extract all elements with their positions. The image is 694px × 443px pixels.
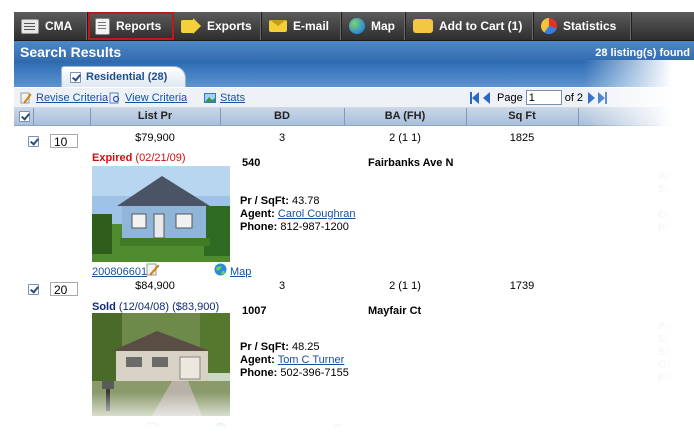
list-price: $84,900 <box>135 280 175 292</box>
reports-icon <box>95 17 110 35</box>
exports-button[interactable]: Exports <box>174 12 262 40</box>
rank-input[interactable]: 20 <box>50 282 78 297</box>
row-checkbox[interactable] <box>28 136 39 147</box>
street-number: 1007 <box>242 305 267 317</box>
mls-number-link[interactable]: 200806633 <box>92 425 147 437</box>
bedrooms: 3 <box>278 132 286 144</box>
pager: Page of 2 <box>470 90 608 105</box>
square-feet: 1739 <box>509 280 535 292</box>
email-label: E-mail <box>293 19 330 33</box>
additional-pics-link[interactable]: Addl Pics <box>348 425 394 437</box>
image-icon <box>204 93 216 103</box>
status-badge: Sold <box>92 301 116 313</box>
header-sqft[interactable]: Sq Ft <box>466 110 578 122</box>
map-link[interactable]: Map <box>230 425 251 437</box>
edit-pencil-icon[interactable] <box>146 421 160 435</box>
map-button[interactable]: Map <box>342 12 406 40</box>
magnify-document-icon <box>109 92 120 104</box>
tab-residential-label: Residential (28) <box>86 71 168 83</box>
side-info: Area: Subdi Office Phone <box>658 170 692 234</box>
street-name: Fairbanks Ave N <box>368 157 454 169</box>
listing-details: Pr / SqFt: 43.78 Agent: Carol Coughran P… <box>240 195 356 233</box>
camera-icon[interactable]: ▣ <box>333 421 343 434</box>
tab-strip: Residential (28) <box>14 63 694 87</box>
header-bd[interactable]: BD <box>220 110 344 122</box>
agent-phone: 502-396-7155 <box>280 367 349 379</box>
tab-checkbox[interactable] <box>70 71 81 83</box>
listing-count: 28 listing(s) found <box>595 47 690 59</box>
globe-icon[interactable] <box>214 263 227 276</box>
next-page-icon[interactable] <box>588 91 596 104</box>
table-header: List Pr BD BA (FH) Sq Ft <box>14 108 694 126</box>
list-price: $79,900 <box>135 132 175 144</box>
map-link[interactable]: Map <box>230 266 251 278</box>
header-ba[interactable]: BA (FH) <box>344 110 466 122</box>
globe-icon[interactable] <box>214 422 227 435</box>
stats-link[interactable]: Stats <box>204 92 245 104</box>
page-label: Page <box>497 91 523 104</box>
revise-criteria-link[interactable]: Revise Criteria <box>20 92 108 104</box>
add-to-cart-button[interactable]: Add to Cart (1) <box>406 12 534 40</box>
listing-photo[interactable] <box>92 166 230 262</box>
price-per-sqft: 48.25 <box>291 341 320 353</box>
statistics-button[interactable]: Statistics <box>534 12 632 40</box>
cma-label: CMA <box>45 19 73 33</box>
price-per-sqft: 43.78 <box>291 195 320 207</box>
globe-icon <box>349 18 365 34</box>
status-detail: (02/21/09) <box>135 152 186 164</box>
header-list-price[interactable]: List Pr <box>90 110 220 122</box>
side-info: Area: Subdi SP % Office Phone <box>658 320 692 384</box>
page-title: Search Results <box>20 44 122 60</box>
reports-button[interactable]: Reports <box>88 12 174 40</box>
row-checkbox[interactable] <box>28 284 39 295</box>
map-label: Map <box>371 19 395 33</box>
square-feet: 1825 <box>509 132 535 144</box>
last-page-arrow-icon[interactable] <box>598 91 606 104</box>
bathrooms: 2 (1 1) <box>389 132 421 144</box>
status-line: Expired (02/21/09) <box>92 152 186 164</box>
bedrooms: 3 <box>278 280 286 292</box>
pencil-icon <box>20 92 32 104</box>
status-line: Sold (12/04/08) ($83,900) <box>92 301 219 313</box>
criteria-bar: Revise Criteria View Criteria Stats Page… <box>14 88 694 108</box>
email-button[interactable]: E-mail <box>262 12 342 40</box>
page-of-text: of 2 <box>564 91 584 104</box>
folder-cart-icon <box>413 19 433 33</box>
bathrooms: 2 (1 1) <box>389 280 421 292</box>
select-all-checkbox[interactable] <box>19 111 30 122</box>
street-name: Mayfair Ct <box>368 305 422 317</box>
mls-number-link[interactable]: 200806601 <box>92 266 147 278</box>
statistics-label: Statistics <box>563 19 617 33</box>
search-results-header: Search Results 28 listing(s) found <box>14 41 694 63</box>
toolbar: CMA Reports Exports E-mail Map Add to Ca… <box>14 12 694 41</box>
exports-label: Exports <box>207 19 252 33</box>
prev-page-icon[interactable] <box>483 91 490 104</box>
exports-icon <box>181 17 201 34</box>
cma-button[interactable]: CMA <box>14 12 88 40</box>
last-page-icon[interactable] <box>605 91 608 104</box>
reports-label: Reports <box>116 19 162 33</box>
tab-residential[interactable]: Residential (28) <box>61 66 186 87</box>
agent-link[interactable]: Tom C Turner <box>278 354 345 366</box>
status-detail: (12/04/08) ($83,900) <box>118 301 220 313</box>
view-criteria-link[interactable]: View Criteria <box>109 92 187 104</box>
first-page-arrow-icon[interactable] <box>472 91 479 104</box>
status-badge: Expired <box>92 152 133 164</box>
agent-link[interactable]: Carol Coughran <box>278 208 356 220</box>
email-icon <box>269 20 287 32</box>
page-input[interactable] <box>525 90 562 105</box>
listing-details: Pr / SqFt: 48.25 Agent: Tom C Turner Pho… <box>240 341 349 379</box>
listing-photo[interactable] <box>92 313 230 416</box>
agent-phone: 812-987-1200 <box>280 221 349 233</box>
street-number: 540 <box>242 157 261 169</box>
rank-input[interactable]: 10 <box>50 134 78 149</box>
cma-icon <box>21 18 39 34</box>
pie-chart-icon <box>541 18 557 34</box>
add-to-cart-label: Add to Cart (1) <box>439 19 523 33</box>
edit-pencil-icon[interactable] <box>146 262 160 276</box>
